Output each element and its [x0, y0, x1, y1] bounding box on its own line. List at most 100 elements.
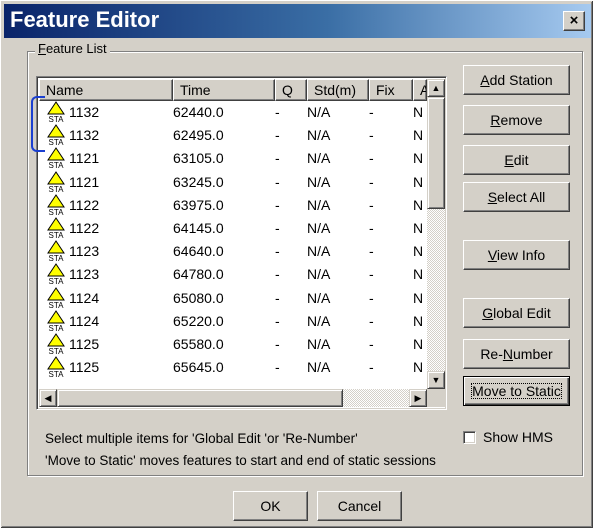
ok-button[interactable]: OK	[233, 491, 308, 521]
cell-name: 1124	[69, 312, 100, 329]
horizontal-scrollbar[interactable]: ◀ ▶	[39, 389, 427, 407]
global-edit-button[interactable]: Global Edit	[463, 298, 570, 328]
cell-name: 1123	[69, 266, 100, 283]
cell-q: -	[275, 359, 280, 376]
station-icon: STA	[47, 356, 65, 378]
station-icon: STA	[47, 332, 65, 355]
selection-bracket-annotation	[31, 96, 45, 152]
select-all-button[interactable]: Select All	[463, 182, 570, 212]
column-header-q[interactable]: Q	[275, 79, 307, 101]
list-item[interactable]: STA 1125 65580.0 - N/A - N	[39, 332, 427, 356]
cell-a: N	[413, 196, 423, 213]
cell-time: 63975.0	[173, 196, 224, 213]
cell-name: 1122	[69, 196, 100, 213]
cell-name: 1121	[69, 173, 100, 190]
station-icon: STA	[47, 170, 65, 193]
list-item[interactable]: STA 1123 64640.0 - N/A - N	[39, 240, 427, 263]
cell-name: 1121	[69, 150, 100, 167]
cell-fix: -	[369, 127, 374, 144]
feature-list[interactable]: NameTimeQStd(m)FixA STA 1132 62440.0 - N/A - N…	[36, 76, 447, 410]
list-item[interactable]: STA 1121 63105.0 - N/A - N	[39, 147, 427, 170]
column-header-time[interactable]: Time	[173, 79, 275, 101]
cell-name: 1132	[69, 104, 100, 120]
cell-q: -	[275, 127, 280, 144]
move-to-static-button[interactable]: Move to Static	[463, 376, 570, 406]
list-item[interactable]: STA 1124 65220.0 - N/A - N	[39, 309, 427, 333]
cell-std: N/A	[307, 266, 331, 283]
cell-a: N	[413, 173, 423, 190]
station-icon: STA	[47, 101, 65, 123]
cell-q: -	[275, 173, 280, 190]
station-icon-text: STA	[49, 115, 65, 123]
cancel-button[interactable]: Cancel	[317, 491, 402, 521]
vertical-scrollbar[interactable]: ▲ ▼	[427, 79, 445, 389]
cell-std: N/A	[307, 173, 331, 190]
cell-fix: -	[369, 359, 374, 376]
list-item[interactable]: STA 1125 65645.0 - N/A - N	[39, 356, 427, 379]
cell-time: 63245.0	[173, 173, 224, 190]
cell-std: N/A	[307, 359, 331, 376]
list-item[interactable]: STA 1122 63975.0 - N/A - N	[39, 193, 427, 217]
list-item[interactable]: STA 1132 62495.0 - N/A - N	[39, 124, 427, 147]
list-item[interactable]: STA 1123 64780.0 - N/A - N	[39, 263, 427, 286]
cell-name: 1124	[69, 289, 100, 306]
station-icon-text: STA	[49, 231, 65, 239]
feature-list-label: Feature List	[35, 41, 110, 56]
list-header: NameTimeQStd(m)FixA	[39, 79, 427, 101]
cell-q: -	[275, 219, 280, 236]
renumber-button[interactable]: Re-Number	[463, 339, 570, 369]
cell-fix: -	[369, 219, 374, 236]
list-item[interactable]: STA 1122 64145.0 - N/A - N	[39, 217, 427, 240]
hint-line-2: 'Move to Static' moves features to start…	[45, 453, 436, 468]
cell-a: N	[413, 243, 423, 260]
cell-fix: -	[369, 266, 374, 283]
close-button[interactable]: ×	[563, 11, 585, 31]
station-icon: STA	[47, 217, 65, 239]
list-item[interactable]: STA 1121 63245.0 - N/A - N	[39, 170, 427, 194]
column-header-name[interactable]: Name	[39, 79, 173, 101]
show-hms-label: Show HMS	[483, 429, 554, 445]
column-header-a[interactable]: A	[413, 79, 427, 101]
cell-time: 63105.0	[173, 150, 224, 167]
cell-time: 65220.0	[173, 312, 224, 329]
cell-a: N	[413, 127, 423, 144]
cell-std: N/A	[307, 289, 331, 306]
edit-button[interactable]: Edit	[463, 145, 570, 175]
station-icon: STA	[47, 309, 65, 332]
station-icon: STA	[47, 263, 65, 285]
cell-q: -	[275, 266, 280, 283]
column-header-fix[interactable]: Fix	[369, 79, 413, 101]
cell-time: 65580.0	[173, 335, 224, 352]
cell-fix: -	[369, 150, 374, 167]
cell-name: 1132	[69, 127, 100, 144]
cell-fix: -	[369, 335, 374, 352]
cell-fix: -	[369, 104, 374, 120]
cell-time: 64145.0	[173, 219, 224, 236]
station-icon: STA	[47, 124, 65, 146]
cell-q: -	[275, 289, 280, 306]
scroll-down-arrow-icon[interactable]: ▼	[427, 371, 445, 389]
show-hms-checkbox[interactable]	[463, 431, 476, 444]
feature-editor-dialog: Feature Editor × Feature List Name Time Q S…	[0, 0, 594, 529]
add-station-button[interactable]: Add Station	[463, 65, 570, 95]
scroll-left-arrow-icon[interactable]: ◀	[39, 389, 57, 407]
horizontal-scroll-thumb[interactable]	[57, 389, 343, 407]
cell-name: 1122	[69, 219, 100, 236]
title-bar[interactable]: Feature Editor ×	[4, 4, 591, 38]
station-icon-text: STA	[49, 324, 65, 332]
remove-button[interactable]: Remove	[463, 105, 570, 135]
cell-q: -	[275, 243, 280, 260]
cell-q: -	[275, 335, 280, 352]
cell-a: N	[413, 335, 423, 352]
station-icon: STA	[47, 286, 65, 309]
vertical-scroll-thumb[interactable]	[427, 97, 445, 209]
scroll-right-arrow-icon[interactable]: ▶	[409, 389, 427, 407]
scroll-up-arrow-icon[interactable]: ▲	[427, 79, 445, 97]
list-item[interactable]: STA 1124 65080.0 - N/A - N	[39, 286, 427, 310]
view-info-button[interactable]: View Info	[463, 240, 570, 270]
list-item[interactable]: STA 1132 62440.0 - N/A - N	[39, 101, 427, 124]
list-rows: STA 1132 62440.0 - N/A - N STA 1132 62495.0 - N/A - N…	[39, 101, 427, 379]
cell-time: 65645.0	[173, 359, 224, 376]
column-header-std-m[interactable]: Std(m)	[307, 79, 369, 101]
cell-std: N/A	[307, 219, 331, 236]
